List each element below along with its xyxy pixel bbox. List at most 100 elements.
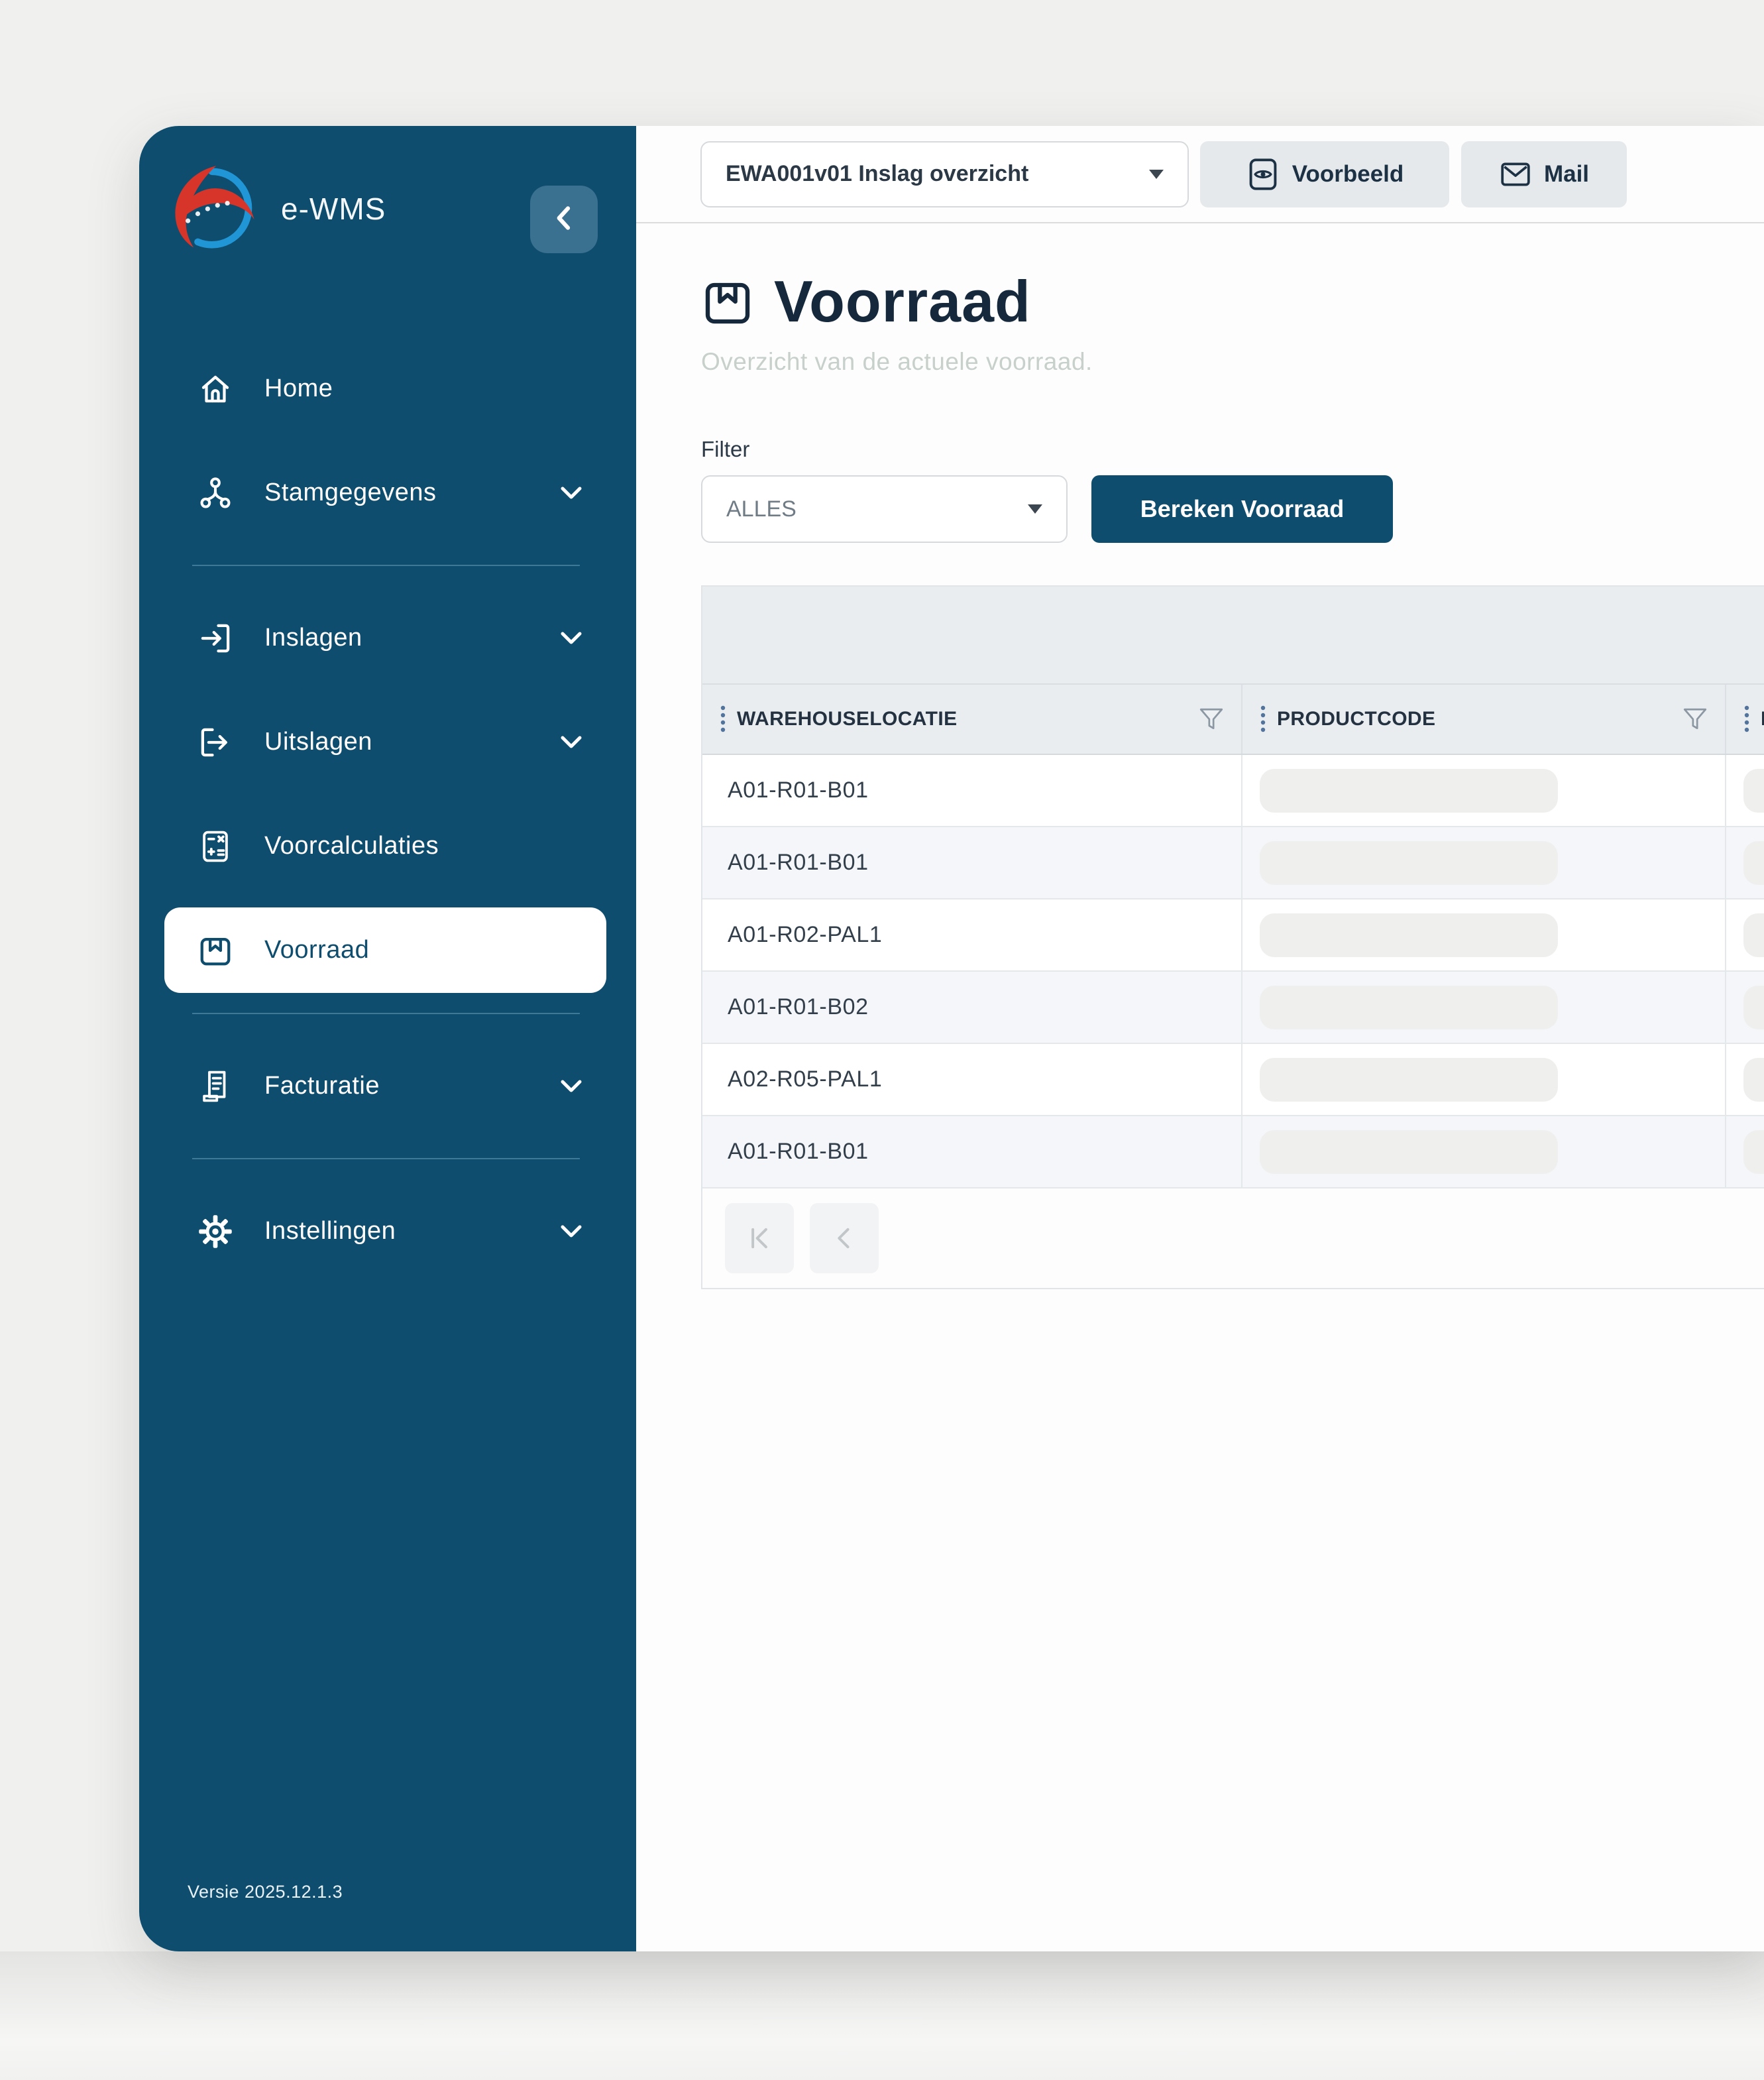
sidebar-nav: Home Stamgegevens (139, 337, 636, 1283)
sidebar-divider (192, 565, 580, 566)
caret-down-icon (1149, 170, 1164, 179)
prev-page-icon (830, 1224, 859, 1253)
column-header-label: WAREHOUSELOCATIE (737, 708, 958, 730)
column-header-label: PR (1761, 708, 1764, 730)
cell-productcode (1242, 1116, 1726, 1187)
filter-select[interactable]: ALLES (701, 475, 1068, 543)
bereken-voorraad-button[interactable]: Bereken Voorraad (1091, 475, 1393, 543)
redacted-cell-value (1743, 1058, 1764, 1102)
chevron-down-icon (559, 1223, 583, 1240)
page-title-row: Voorraad (701, 271, 1764, 332)
sidebar-collapse-button[interactable] (530, 186, 598, 253)
table-pagination (702, 1188, 1764, 1288)
cell-productcode (1242, 899, 1726, 970)
table-header-row: WAREHOUSELOCATIE PRODUCTCODE (702, 685, 1764, 755)
filter-label: Filter (701, 437, 1764, 462)
sidebar-item-uitslagen[interactable]: Uitslagen (139, 690, 636, 794)
table-row[interactable]: A02-R05-PAL1 (702, 1044, 1764, 1116)
chevron-left-icon (551, 203, 577, 236)
sidebar-item-voorraad[interactable]: Voorraad (164, 907, 606, 993)
invoice-icon (197, 1069, 233, 1104)
table-group-bar (702, 587, 1764, 685)
sidebar-item-label: Voorraad (264, 936, 369, 964)
report-select-value: EWA001v01 Inslag overzicht (726, 161, 1028, 187)
table-row[interactable]: A01-R01-B02 (702, 972, 1764, 1044)
cell-warehouselocatie: A01-R01-B01 (702, 755, 1242, 826)
table-row[interactable]: A01-R01-B01 (702, 827, 1764, 899)
app-logo-icon (170, 163, 260, 253)
sidebar-item-label: Facturatie (264, 1072, 380, 1100)
first-page-icon (745, 1224, 774, 1253)
logout-arrow-icon (197, 724, 233, 760)
hierarchy-icon (197, 475, 233, 511)
sidebar-divider (192, 1158, 580, 1159)
cell-clipped (1726, 1116, 1764, 1187)
chevron-down-icon (559, 630, 583, 647)
redacted-cell-value (1260, 1058, 1558, 1102)
app-window: e-WMS Home (139, 126, 1764, 1951)
cell-clipped (1726, 755, 1764, 826)
sidebar-item-home[interactable]: Home (139, 337, 636, 441)
filter-funnel-icon[interactable] (1197, 705, 1225, 734)
redacted-cell-value (1260, 769, 1558, 813)
sidebar-item-facturatie[interactable]: Facturatie (139, 1034, 636, 1138)
filter-funnel-icon[interactable] (1681, 705, 1709, 734)
page-title: Voorraad (774, 271, 1031, 332)
redacted-cell-value (1260, 913, 1558, 957)
column-header-clipped[interactable]: PR (1726, 685, 1764, 754)
cell-clipped (1726, 1044, 1764, 1115)
redacted-cell-value (1260, 841, 1558, 885)
sidebar-item-label: Voorcalculaties (264, 832, 439, 860)
page-body: Voorraad Overzicht van de actuele voorra… (636, 223, 1764, 1289)
sidebar-item-label: Uitslagen (264, 728, 372, 756)
redacted-cell-value (1260, 1130, 1558, 1174)
caret-down-icon (1028, 504, 1042, 514)
cell-clipped (1726, 972, 1764, 1043)
cell-warehouselocatie: A01-R01-B01 (702, 1116, 1242, 1187)
drag-handle-icon (1260, 704, 1266, 734)
pagination-first-button[interactable] (725, 1203, 794, 1273)
chevron-down-icon (559, 1078, 583, 1095)
column-header-productcode[interactable]: PRODUCTCODE (1242, 685, 1726, 754)
cell-warehouselocatie: A01-R01-B02 (702, 972, 1242, 1043)
mail-button[interactable]: Mail (1461, 141, 1627, 207)
voorraad-table: WAREHOUSELOCATIE PRODUCTCODE (701, 585, 1764, 1289)
cell-productcode (1242, 827, 1726, 898)
drag-handle-icon (720, 704, 726, 734)
login-arrow-icon (197, 620, 233, 656)
cell-productcode (1242, 1044, 1726, 1115)
redacted-cell-value (1743, 769, 1764, 813)
column-header-warehouselocatie[interactable]: WAREHOUSELOCATIE (702, 685, 1242, 754)
table-row[interactable]: A01-R01-B01 (702, 1116, 1764, 1188)
report-toolbar: EWA001v01 Inslag overzicht Voorbeeld (636, 126, 1764, 223)
table-row[interactable]: A01-R02-PAL1 (702, 899, 1764, 972)
sidebar-item-label: Inslagen (264, 624, 362, 652)
app-name: e-WMS (281, 191, 386, 227)
column-header-label: PRODUCTCODE (1277, 708, 1435, 730)
cell-warehouselocatie: A01-R01-B01 (702, 827, 1242, 898)
filter-row: ALLES Bereken Voorraad (701, 475, 1764, 543)
chevron-down-icon (559, 485, 583, 502)
cell-productcode (1242, 972, 1726, 1043)
drag-handle-icon (1743, 704, 1750, 734)
redacted-cell-value (1743, 913, 1764, 957)
cell-warehouselocatie: A02-R05-PAL1 (702, 1044, 1242, 1115)
redacted-cell-value (1260, 986, 1558, 1029)
report-select[interactable]: EWA001v01 Inslag overzicht (700, 141, 1189, 207)
table-row[interactable]: A01-R01-B01 (702, 755, 1764, 827)
sidebar-item-label: Instellingen (264, 1217, 396, 1245)
sidebar-item-voorcalculaties[interactable]: Voorcalculaties (139, 794, 636, 898)
sidebar-item-instellingen[interactable]: Instellingen (139, 1179, 636, 1283)
version-label: Versie 2025.12.1.3 (188, 1882, 343, 1902)
package-icon (701, 275, 754, 328)
sidebar-item-stamgegevens[interactable]: Stamgegevens (139, 441, 636, 545)
preview-button-label: Voorbeeld (1292, 161, 1404, 188)
sidebar-item-inslagen[interactable]: Inslagen (139, 586, 636, 690)
pagination-prev-button[interactable] (810, 1203, 879, 1273)
chevron-down-icon (559, 734, 583, 751)
redacted-cell-value (1743, 1130, 1764, 1174)
preview-button[interactable]: Voorbeeld (1200, 141, 1449, 207)
redacted-cell-value (1743, 986, 1764, 1029)
redacted-cell-value (1743, 841, 1764, 885)
sidebar: e-WMS Home (139, 126, 636, 1951)
